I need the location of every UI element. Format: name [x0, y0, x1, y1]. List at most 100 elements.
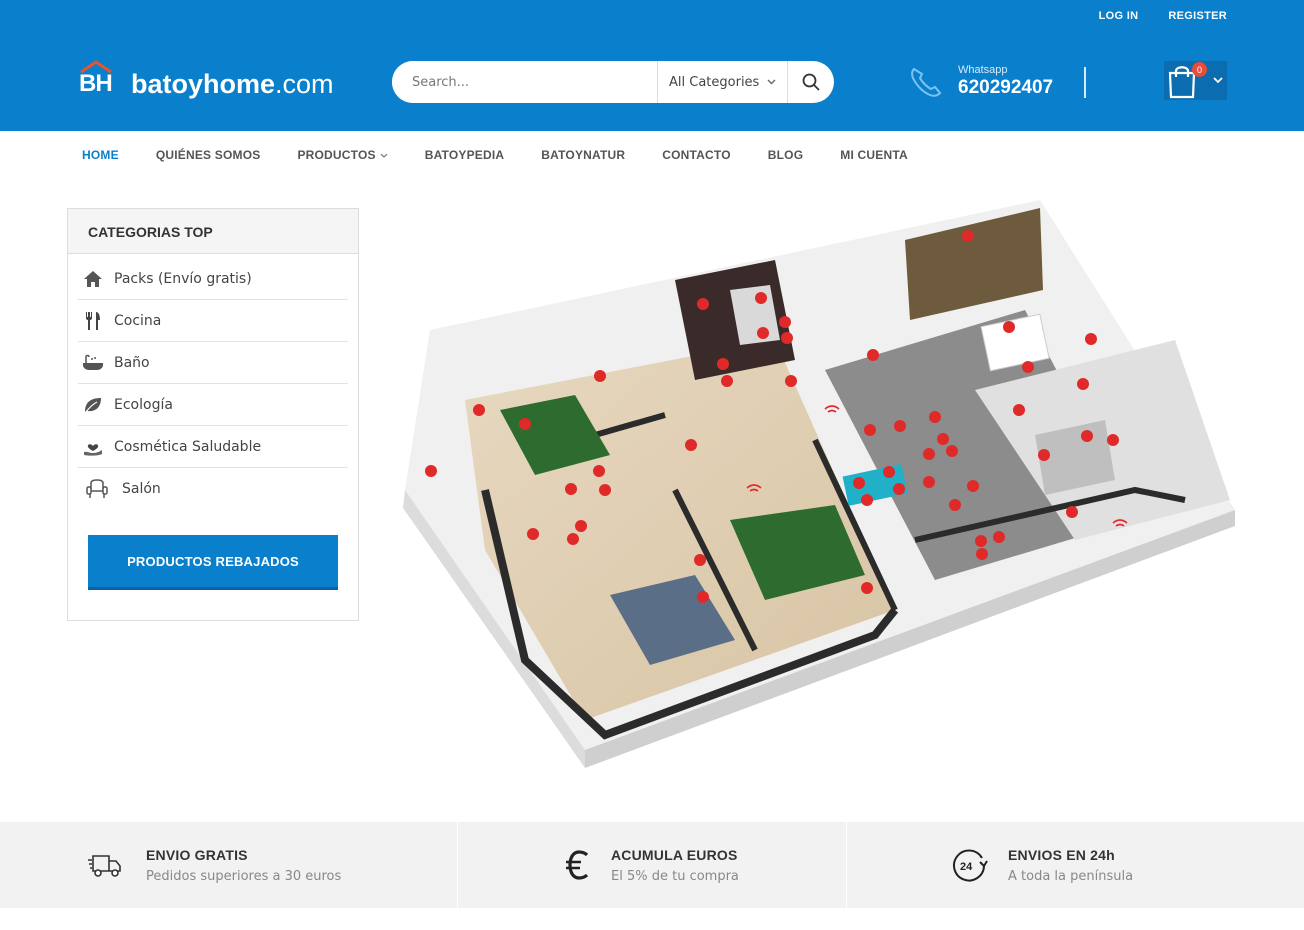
logo-wordmark: batoyhome.com [131, 69, 334, 100]
hotspot[interactable] [1038, 449, 1050, 461]
register-link[interactable]: REGISTER [1168, 10, 1227, 22]
hotspot[interactable] [594, 370, 606, 382]
whatsapp-number: 620292407 [958, 77, 1054, 98]
hotspot[interactable] [1107, 434, 1119, 446]
feature-subtitle: Pedidos superiores a 30 euros [146, 868, 342, 884]
logo-brand: batoyhome [131, 68, 276, 99]
hotspot[interactable] [1013, 404, 1025, 416]
nav-batoypedia[interactable]: BATOYPEDIA [425, 148, 505, 162]
hotspot[interactable] [962, 230, 974, 242]
category-item-cocina[interactable]: Cocina [78, 300, 348, 342]
hotspot[interactable] [867, 349, 879, 361]
hotspot[interactable] [937, 433, 949, 445]
nav-productos[interactable]: PRODUCTOS [297, 148, 388, 162]
bathroom [675, 260, 795, 380]
hotspot[interactable] [1022, 361, 1034, 373]
nav-blog[interactable]: BLOG [768, 148, 803, 162]
hotspot[interactable] [781, 332, 793, 344]
hotspot[interactable] [575, 520, 587, 532]
hotspot[interactable] [894, 420, 906, 432]
category-label: Cocina [114, 312, 162, 329]
hotspot[interactable] [755, 292, 767, 304]
category-item-bano[interactable]: Baño [78, 342, 348, 384]
login-link[interactable]: LOG IN [1099, 10, 1139, 22]
cart-count-badge: 0 [1192, 62, 1207, 77]
hotspot[interactable] [864, 424, 876, 436]
hotspot[interactable] [1077, 378, 1089, 390]
category-label: Salón [122, 481, 161, 497]
hotspot[interactable] [527, 528, 539, 540]
hand-heart-icon [84, 443, 102, 456]
hotspot[interactable] [473, 404, 485, 416]
hotspot[interactable] [1085, 333, 1097, 345]
hotspot[interactable] [975, 535, 987, 547]
bathtub-icon [83, 354, 103, 370]
whatsapp-contact[interactable]: Whatsapp 620292407 [908, 64, 1053, 99]
hotspot[interactable] [697, 298, 709, 310]
hotspot[interactable] [853, 477, 865, 489]
hotspot[interactable] [757, 327, 769, 339]
header-divider [1084, 67, 1086, 98]
hotspot[interactable] [976, 548, 988, 560]
nav-home[interactable]: HOME [82, 148, 119, 162]
hotspot[interactable] [565, 483, 577, 495]
category-item-packs[interactable]: Packs (Envío gratis) [78, 258, 348, 300]
hotspot[interactable] [697, 591, 709, 603]
hotspot[interactable] [599, 484, 611, 496]
search-input[interactable] [392, 61, 657, 103]
hotspot[interactable] [567, 533, 579, 545]
hotspot[interactable] [694, 554, 706, 566]
house-icon [84, 270, 102, 287]
category-item-cosmetica[interactable]: Cosmética Saludable [78, 426, 348, 468]
hotspot[interactable] [993, 531, 1005, 543]
category-label: Packs (Envío gratis) [114, 270, 252, 287]
category-item-ecologia[interactable]: Ecología [78, 384, 348, 426]
hotspot[interactable] [519, 418, 531, 430]
logo-initials: BH [79, 70, 113, 97]
hotspot[interactable] [721, 375, 733, 387]
feature-title: ACUMULA EUROS [611, 846, 738, 863]
category-select[interactable]: All Categories [657, 61, 787, 103]
hotspot[interactable] [949, 499, 961, 511]
features-bar: ENVIO GRATIS Pedidos superiores a 30 eur… [0, 822, 1304, 908]
hotspot[interactable] [1066, 506, 1078, 518]
hotspot[interactable] [785, 375, 797, 387]
hotspot[interactable] [929, 411, 941, 423]
chevron-down-icon [767, 79, 776, 85]
hotspot[interactable] [685, 439, 697, 451]
hotspot[interactable] [861, 582, 873, 594]
hotspot[interactable] [861, 494, 873, 506]
hotspot[interactable] [1003, 321, 1015, 333]
sale-products-button[interactable]: PRODUCTOS REBAJADOS [88, 535, 338, 590]
hotspot[interactable] [893, 483, 905, 495]
category-label: Cosmética Saludable [114, 438, 262, 455]
hotspot[interactable] [923, 476, 935, 488]
floorplan-hero-image[interactable] [375, 190, 1245, 770]
nav-batoynatur[interactable]: BATOYNATUR [541, 148, 625, 162]
logo-mark: BH [79, 60, 117, 100]
phone-icon [911, 67, 942, 97]
hotspot[interactable] [923, 448, 935, 460]
hotspot[interactable] [883, 466, 895, 478]
hotspot[interactable] [967, 480, 979, 492]
hotspot[interactable] [946, 445, 958, 457]
nav-quienes-somos[interactable]: QUIÉNES SOMOS [156, 148, 261, 162]
armchair-icon [86, 479, 108, 498]
search-bar: All Categories [392, 61, 834, 103]
category-select-value: All Categories [669, 74, 760, 90]
hotspot[interactable] [717, 358, 729, 370]
site-logo[interactable]: BH batoyhome.com [79, 60, 334, 100]
category-item-salon[interactable]: Salón [78, 468, 348, 510]
category-label: Baño [114, 354, 150, 371]
hotspot[interactable] [779, 316, 791, 328]
account-links: LOG IN REGISTER [1099, 10, 1227, 22]
hotspot[interactable] [593, 465, 605, 477]
nav-contacto[interactable]: CONTACTO [662, 148, 731, 162]
hotspot[interactable] [1081, 430, 1093, 442]
hotspot[interactable] [425, 465, 437, 477]
nav-mi-cuenta[interactable]: MI CUENTA [840, 148, 908, 162]
category-label: Ecología [114, 396, 173, 413]
search-button[interactable] [787, 61, 834, 103]
cart-button[interactable]: 0 [1164, 61, 1227, 100]
chevron-down-icon [380, 153, 388, 158]
